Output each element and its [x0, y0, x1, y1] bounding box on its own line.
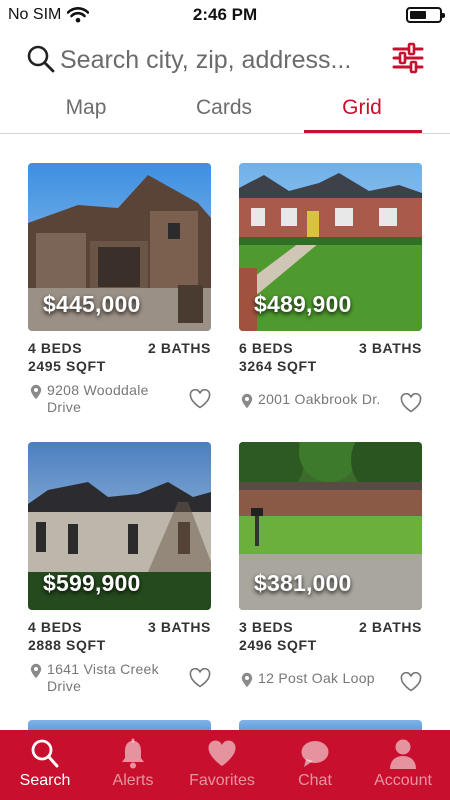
listing-specs: 6 BEDS 3264 SQFT 3 BATHS — [239, 339, 422, 377]
map-pin-icon — [30, 384, 42, 400]
carrier-label: No SIM — [8, 6, 62, 23]
listing-address-row: 1641 Vista Creek Drive — [28, 660, 211, 700]
active-tab-indicator — [304, 130, 422, 133]
bell-icon — [122, 738, 144, 769]
sqft-value: 2496 SQFT — [239, 637, 317, 653]
baths-count: 3 BATHS — [147, 619, 211, 635]
listing-photo[interactable]: $489,900 — [239, 163, 422, 331]
nav-favorites[interactable]: Favorites — [177, 730, 267, 800]
person-icon — [390, 739, 416, 769]
beds-count: 4 BEDS — [28, 340, 83, 356]
favorite-heart-icon[interactable] — [400, 393, 422, 413]
listing-price: $381,000 — [254, 570, 352, 596]
bottom-tab-bar: Search Alerts Favorites Chat Account — [0, 730, 450, 800]
nav-label: Search — [19, 772, 71, 789]
listing-price: $599,900 — [43, 570, 141, 596]
search-icon — [27, 45, 55, 73]
favorite-heart-icon[interactable] — [400, 672, 422, 692]
listing-specs: 4 BEDS 2888 SQFT 3 BATHS — [28, 618, 211, 656]
listing-photo[interactable]: $381,000 — [239, 442, 422, 610]
listing-address[interactable]: 2001 Oakbrook Dr. — [258, 391, 393, 408]
nav-label: Account — [374, 772, 432, 789]
nav-label: Favorites — [189, 772, 255, 789]
listing-address[interactable]: 1641 Vista Creek Drive — [47, 661, 182, 695]
listing-card[interactable]: $599,900 4 BEDS 2888 SQFT 3 BATHS 1641 V… — [28, 442, 211, 700]
map-pin-icon — [30, 663, 42, 679]
favorite-heart-icon[interactable] — [189, 389, 211, 409]
beds-count: 3 BEDS — [239, 619, 294, 635]
wifi-icon — [67, 7, 90, 23]
map-pin-icon — [241, 672, 253, 688]
beds-count: 4 BEDS — [28, 619, 83, 635]
tab-grid[interactable]: Grid — [302, 96, 422, 120]
nav-label: Alerts — [112, 772, 154, 789]
nav-search[interactable]: Search — [0, 730, 90, 800]
nav-account[interactable]: Account — [358, 730, 448, 800]
nav-alerts[interactable]: Alerts — [88, 730, 178, 800]
listing-photo[interactable]: $599,900 — [28, 442, 211, 610]
listing-address-row: 12 Post Oak Loop — [239, 660, 422, 700]
sqft-value: 3264 SQFT — [239, 358, 317, 374]
filter-sliders-icon[interactable] — [392, 42, 424, 74]
listing-specs: 3 BEDS 2496 SQFT 2 BATHS — [239, 618, 422, 656]
search-bar — [0, 38, 450, 84]
listing-address-row: 2001 Oakbrook Dr. — [239, 381, 422, 421]
listing-price: $489,900 — [254, 291, 352, 317]
baths-count: 3 BATHS — [358, 340, 422, 356]
favorite-heart-icon[interactable] — [189, 668, 211, 688]
carrier-indicator: No SIM — [8, 6, 90, 24]
baths-count: 2 BATHS — [358, 619, 422, 635]
listing-card[interactable]: $445,000 4 BEDS 2495 SQFT 2 BATHS 9208 W… — [28, 163, 211, 421]
listing-address-row: 9208 Wooddale Drive — [28, 381, 211, 421]
listing-card[interactable]: $489,900 6 BEDS 3264 SQFT 3 BATHS 2001 O… — [239, 163, 422, 421]
listing-photo[interactable]: $445,000 — [28, 163, 211, 331]
baths-count: 2 BATHS — [147, 340, 211, 356]
tab-map[interactable]: Map — [26, 96, 146, 120]
nav-label: Chat — [298, 772, 332, 789]
search-icon — [31, 739, 59, 768]
sqft-value: 2495 SQFT — [28, 358, 106, 374]
battery-icon — [406, 7, 445, 23]
tab-cards[interactable]: Cards — [164, 96, 284, 120]
chat-bubble-icon — [301, 741, 329, 767]
view-tabs: Map Cards Grid — [0, 90, 450, 134]
beds-count: 6 BEDS — [239, 340, 294, 356]
listing-price: $445,000 — [43, 291, 141, 317]
map-pin-icon — [241, 393, 253, 409]
listing-specs: 4 BEDS 2495 SQFT 2 BATHS — [28, 339, 211, 377]
listing-address[interactable]: 9208 Wooddale Drive — [47, 382, 182, 416]
status-bar: No SIM 2:46 PM — [0, 0, 450, 30]
sqft-value: 2888 SQFT — [28, 637, 106, 653]
listing-address[interactable]: 12 Post Oak Loop — [258, 670, 393, 687]
search-input[interactable] — [60, 42, 380, 78]
heart-icon — [208, 740, 236, 766]
nav-chat[interactable]: Chat — [270, 730, 360, 800]
listing-card[interactable]: $381,000 3 BEDS 2496 SQFT 2 BATHS 12 Pos… — [239, 442, 422, 700]
